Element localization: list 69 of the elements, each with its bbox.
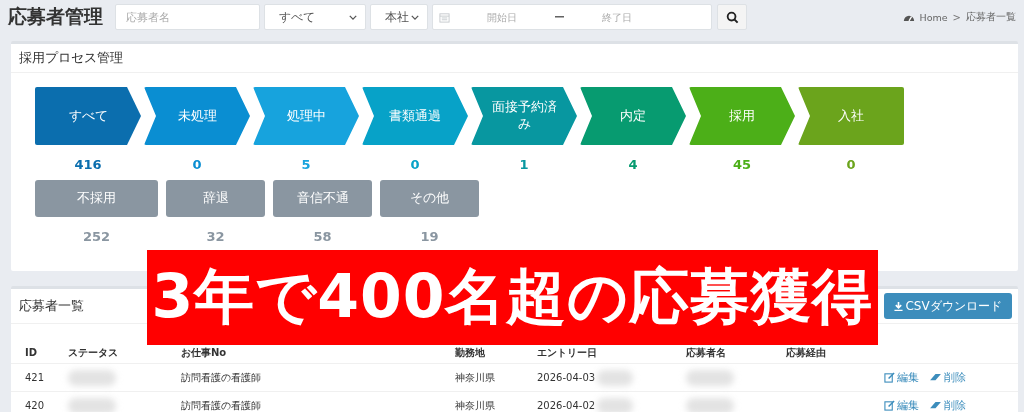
edit-link[interactable]: 編集 <box>884 370 919 385</box>
caret-icon <box>411 14 419 20</box>
status-count: 32 <box>206 229 225 244</box>
breadcrumb-separator: > <box>952 11 961 23</box>
csv-download-button[interactable]: CSVダウンロード <box>884 293 1012 319</box>
status-button[interactable]: その他 <box>380 180 479 217</box>
stage-button[interactable]: 入社 <box>798 87 904 145</box>
status-button[interactable]: 不採用 <box>35 180 158 217</box>
edit-icon <box>884 372 895 383</box>
search-button[interactable] <box>717 4 747 30</box>
page-title: 応募者管理 <box>8 4 103 29</box>
stage-count: 416 <box>74 157 102 172</box>
edit-link[interactable]: 編集 <box>884 398 919 412</box>
breadcrumb-current: 応募者一覧 <box>966 10 1016 24</box>
column-header: 応募経由 <box>786 345 827 360</box>
name-search-field[interactable]: 応募者名 <box>115 4 260 30</box>
table-cell-text: 訪問看護の看護師 <box>181 398 262 412</box>
stage-count: 1 <box>519 157 529 172</box>
stage-count: 0 <box>846 157 856 172</box>
column-header: エントリー日 <box>537 345 598 360</box>
delete-link[interactable]: 削除 <box>929 398 966 412</box>
stage-button[interactable]: 未処理 <box>144 87 250 145</box>
delete-link[interactable]: 削除 <box>929 370 966 385</box>
stage-count: 0 <box>192 157 202 172</box>
stage-count: 45 <box>732 157 752 172</box>
stage-count: 0 <box>410 157 420 172</box>
stage-button[interactable]: 書類通過 <box>362 87 468 145</box>
stage-button[interactable]: 内定 <box>580 87 686 145</box>
stage-button[interactable]: 面接予約済み <box>471 87 577 145</box>
end-date-field[interactable]: 終了日 <box>565 10 669 24</box>
table-cell-text: 訪問看護の看護師 <box>181 370 262 385</box>
table-cell: 2026-04-02 <box>537 400 596 411</box>
start-date-field[interactable]: 開始日 <box>450 10 554 24</box>
column-header: 勤務地 <box>455 345 486 360</box>
status-count: 19 <box>420 229 439 244</box>
stage-count: 4 <box>628 157 638 172</box>
range-separator: ー <box>554 9 565 25</box>
eraser-icon <box>929 401 942 410</box>
eraser-icon <box>929 373 942 382</box>
download-icon <box>894 301 904 311</box>
column-header: 応募者名 <box>686 345 727 360</box>
edit-icon <box>884 400 895 411</box>
table-cell-text: 421 <box>25 372 46 383</box>
stage-button[interactable]: 採用 <box>689 87 795 145</box>
table-cell-text: 神奈川県 <box>455 398 496 412</box>
status-button[interactable]: 辞退 <box>166 180 265 217</box>
stage-count: 5 <box>301 157 311 172</box>
office-select[interactable]: 本社 <box>370 4 428 30</box>
status-select[interactable]: すべて <box>264 4 366 30</box>
column-header: ステータス <box>68 345 119 360</box>
status-count: 252 <box>82 229 111 244</box>
column-header: お仕事No <box>181 345 228 360</box>
calendar-icon <box>439 11 450 23</box>
redacted-blur <box>597 369 634 386</box>
redacted-blur <box>686 369 734 386</box>
table-cell: 2026-04-03 <box>537 372 596 383</box>
status-button[interactable]: 音信不通 <box>273 180 372 217</box>
search-icon <box>725 10 739 24</box>
card-title: 採用プロセス管理 <box>19 50 123 65</box>
card-title: 応募者一覧 <box>19 297 84 315</box>
stage-button[interactable]: すべて <box>35 87 141 145</box>
table-cell-text: 神奈川県 <box>455 370 496 385</box>
home-link[interactable]: Home <box>919 11 948 23</box>
promo-banner: 3年で400名超の応募獲得 <box>147 250 878 345</box>
column-header: ID <box>25 347 39 358</box>
caret-icon <box>349 14 357 20</box>
table-cell-text: 420 <box>25 400 46 411</box>
status-count: 58 <box>313 229 332 244</box>
stage-button[interactable]: 処理中 <box>253 87 359 145</box>
